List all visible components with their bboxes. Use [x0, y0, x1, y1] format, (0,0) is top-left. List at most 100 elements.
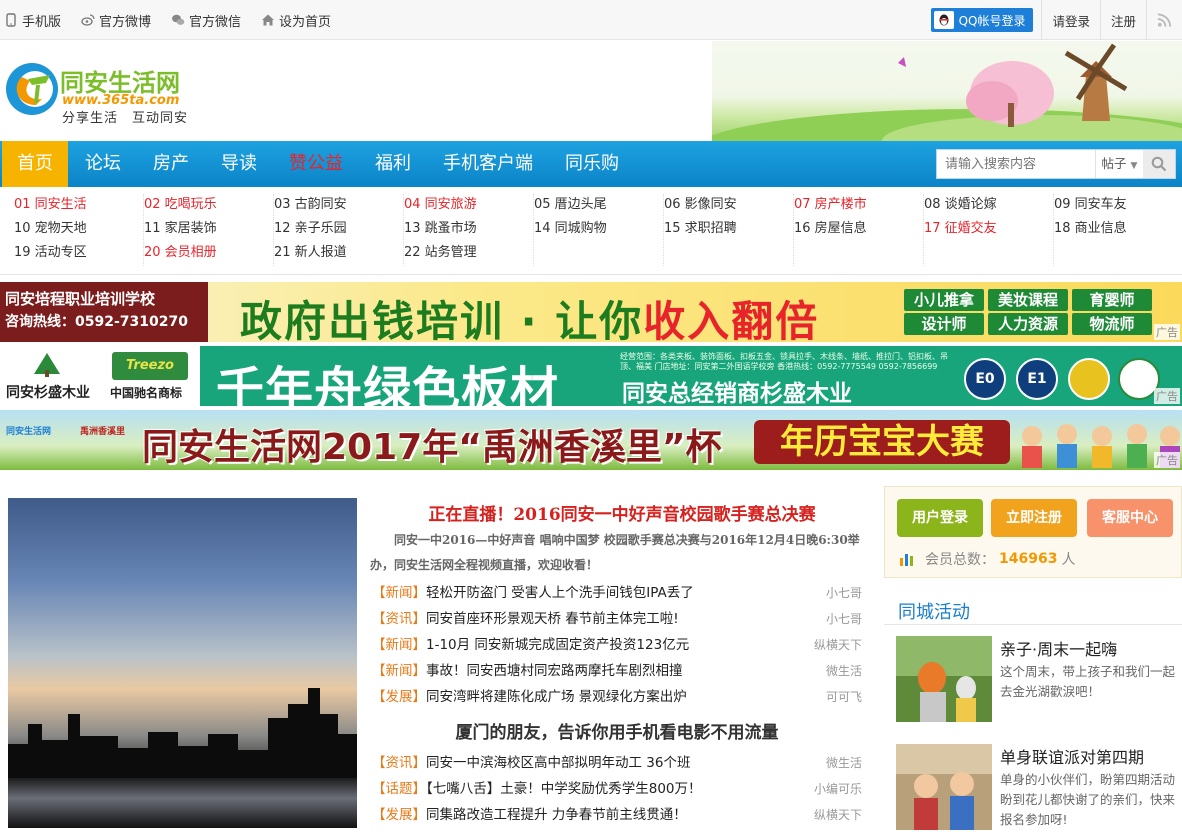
- news-author[interactable]: 小编可乐: [814, 776, 862, 802]
- nav-item-property[interactable]: 房产: [138, 141, 204, 187]
- news-row[interactable]: 【新闻】事故！同安西塘村同宏路两摩托车剧烈相撞 微生活: [372, 658, 862, 684]
- ad-banner-baby-contest[interactable]: 同安生活网 禹洲香溪里 同安生活网2017年“禹洲香溪里”杯 年历宝宝大赛 广告: [0, 410, 1182, 470]
- news-author[interactable]: 小七哥: [826, 580, 862, 606]
- news-author[interactable]: 小七哥: [826, 606, 862, 632]
- wechat-icon: [172, 14, 185, 25]
- news-category[interactable]: 【资讯】: [372, 755, 426, 771]
- nav-item-forum[interactable]: 论坛: [70, 141, 136, 187]
- activity-title[interactable]: 亲子·周末一起嗨: [1000, 636, 1117, 660]
- news-row[interactable]: 【话题】【七嘴八舌】土豪！中学奖励优秀学生800万！ 小编可乐: [372, 776, 862, 802]
- activity-title[interactable]: 单身联谊派对第四期: [1000, 744, 1144, 768]
- category-link[interactable]: 04 同安旅游: [404, 194, 533, 218]
- featured-headline[interactable]: 正在直播！2016同安一中好声音校园歌手赛总决赛: [372, 500, 872, 525]
- category-link[interactable]: 01 同安生活: [14, 194, 143, 218]
- ad1-course: 人力资源: [988, 313, 1068, 335]
- category-link[interactable]: 07 房产楼市: [794, 194, 923, 218]
- category-link[interactable]: 08 谈婚论嫁: [924, 194, 1053, 218]
- news-author[interactable]: 微生活: [826, 658, 862, 684]
- category-link[interactable]: 06 影像同安: [664, 194, 793, 218]
- site-logo-icon[interactable]: [2, 59, 58, 117]
- category-link[interactable]: 16 房屋信息: [794, 218, 923, 242]
- register-link[interactable]: 注册: [1099, 0, 1146, 40]
- news-row[interactable]: 【新闻】轻松开防盗门 受害人上个洗手间钱包IPA丢了 小七哥: [372, 580, 862, 606]
- nav-item-welfare[interactable]: 福利: [360, 141, 426, 187]
- category-link[interactable]: 15 求职招聘: [664, 218, 793, 242]
- news-title[interactable]: 轻松开防盗门 受害人上个洗手间钱包IPA丢了: [426, 585, 694, 601]
- activity-thumbnail-costumes: [896, 636, 992, 722]
- news-author[interactable]: 可可飞: [826, 684, 862, 710]
- nav-item-charity[interactable]: 赞公益: [274, 141, 358, 187]
- news-title[interactable]: 事故！同安西塘村同宏路两摩托车剧烈相撞: [426, 663, 683, 679]
- news-row[interactable]: 【资讯】同安一中滨海校区高中部拟明年动工 36个班 微生活: [372, 750, 862, 776]
- news-row[interactable]: 【发展】同集路改造工程提升 力争春节前主线贯通！ 纵横天下: [372, 802, 862, 828]
- news-category[interactable]: 【新闻】: [372, 585, 426, 601]
- category-link[interactable]: 18 商业信息: [1054, 218, 1182, 242]
- nav-item-guide[interactable]: 导读: [206, 141, 272, 187]
- service-center-button[interactable]: 客服中心: [1087, 499, 1173, 537]
- rss-link[interactable]: [1146, 0, 1182, 40]
- news-category[interactable]: 【资讯】: [372, 611, 426, 627]
- ad2-fineprint: 经营范围：各类夹板、装饰面板、扣板五金、锁具拉手、木线条、墙纸、推拉门、铝扣板、…: [620, 352, 948, 371]
- category-link[interactable]: 03 古韵同安: [274, 194, 403, 218]
- set-homepage-link[interactable]: 设为首页: [261, 11, 331, 30]
- category-link[interactable]: 17 征婚交友: [924, 218, 1053, 242]
- register-now-button[interactable]: 立即注册: [991, 499, 1077, 537]
- search-button[interactable]: [1143, 150, 1175, 178]
- ad-banner-wood-board[interactable]: Treezo 同安杉盛木业 中国驰名商标 千年舟绿色板材 经营范围：各类夹板、装…: [0, 346, 1182, 406]
- category-link[interactable]: 02 吃喝玩乐: [144, 194, 273, 218]
- category-link[interactable]: 13 跳蚤市场: [404, 218, 533, 242]
- ad-banner-training-school[interactable]: 同安培程职业培训学校 咨询热线：0592-7310270 政府出钱培训 · 让你…: [0, 282, 1182, 342]
- category-link[interactable]: 09 同安车友: [1054, 194, 1182, 218]
- login-link[interactable]: 请登录: [1041, 0, 1100, 40]
- search-input[interactable]: [937, 150, 1095, 178]
- news-category[interactable]: 【话题】: [372, 781, 426, 797]
- news-category[interactable]: 【发展】: [372, 689, 426, 705]
- rss-icon: [1157, 13, 1172, 27]
- mid-promo-title[interactable]: 厦门的朋友，告诉你用手机看电影不用流量: [372, 718, 862, 743]
- news-category[interactable]: 【新闻】: [372, 663, 426, 679]
- news-title[interactable]: 同安湾畔将建陈化成广场 景观绿化方案出炉: [426, 689, 687, 705]
- category-link[interactable]: 21 新人报道: [274, 242, 403, 266]
- news-author[interactable]: 纵横天下: [814, 632, 862, 658]
- news-title[interactable]: 同集路改造工程提升 力争春节前主线贯通！: [426, 807, 687, 823]
- category-link[interactable]: 10 宠物天地: [14, 218, 143, 242]
- wechat-link[interactable]: 官方微信: [171, 11, 241, 30]
- featured-photo-sunset[interactable]: [8, 498, 357, 828]
- ad2-cert-seal-icon: [1068, 358, 1110, 400]
- user-login-button[interactable]: 用户登录: [897, 499, 983, 537]
- ad2-trademark: 中国驰名商标: [110, 386, 183, 400]
- ad1-course: 小儿推拿: [904, 289, 984, 311]
- category-link[interactable]: 19 活动专区: [14, 242, 143, 266]
- ad-tag: 广告: [1154, 324, 1180, 340]
- search-scope-label: 帖子: [1101, 156, 1127, 171]
- category-link[interactable]: 11 家居装饰: [144, 218, 273, 242]
- search-scope-select[interactable]: 帖子 ▼: [1095, 150, 1143, 178]
- news-category[interactable]: 【发展】: [372, 807, 426, 823]
- members-count: 146963: [999, 551, 1058, 567]
- news-category[interactable]: 【新闻】: [372, 637, 426, 653]
- news-author[interactable]: 微生活: [826, 750, 862, 776]
- news-title[interactable]: 同安首座环形景观天桥 春节前主体完工啦!: [426, 611, 679, 627]
- activity-item[interactable]: 亲子·周末一起嗨 这个周末，带上孩子和我们一起去金光湖歡淚吧！: [896, 636, 1182, 724]
- nav-item-home[interactable]: 首页: [2, 141, 68, 187]
- news-title[interactable]: 同安一中滨海校区高中部拟明年动工 36个班: [426, 755, 690, 771]
- category-link[interactable]: 05 厝边头尾: [534, 194, 663, 218]
- news-row[interactable]: 【新闻】1-10月 同安新城完成固定资产投资123亿元 纵横天下: [372, 632, 862, 658]
- news-title[interactable]: 1-10月 同安新城完成固定资产投资123亿元: [426, 637, 689, 653]
- ad3-logo-b: 禹洲香溪里: [80, 427, 126, 437]
- news-title[interactable]: 【七嘴八舌】土豪！中学奖励优秀学生800万！: [426, 781, 702, 797]
- category-link[interactable]: 14 同城购物: [534, 218, 663, 242]
- nav-item-shop[interactable]: 同乐购: [552, 141, 632, 187]
- qq-login-button[interactable]: QQ帐号登录: [930, 8, 1034, 32]
- news-row[interactable]: 【资讯】同安首座环形景观天桥 春节前主体完工啦! 小七哥: [372, 606, 862, 632]
- category-link[interactable]: 20 会员相册: [144, 242, 273, 266]
- activity-item[interactable]: 单身联谊派对第四期 单身的小伙伴们，盼第四期活动盼到花儿都快谢了的亲们，快来报名…: [896, 744, 1182, 832]
- local-activities-title[interactable]: 同城活动: [898, 598, 970, 624]
- category-link[interactable]: 22 站务管理: [404, 242, 533, 266]
- category-link[interactable]: 12 亲子乐园: [274, 218, 403, 242]
- weibo-link[interactable]: 官方微博: [81, 11, 151, 30]
- nav-item-mobile-client[interactable]: 手机客户端: [430, 141, 546, 187]
- news-author[interactable]: 纵横天下: [814, 802, 862, 828]
- news-row[interactable]: 【发展】同安湾畔将建陈化成广场 景观绿化方案出炉 可可飞: [372, 684, 862, 710]
- mobile-version-link[interactable]: 手机版: [4, 11, 61, 30]
